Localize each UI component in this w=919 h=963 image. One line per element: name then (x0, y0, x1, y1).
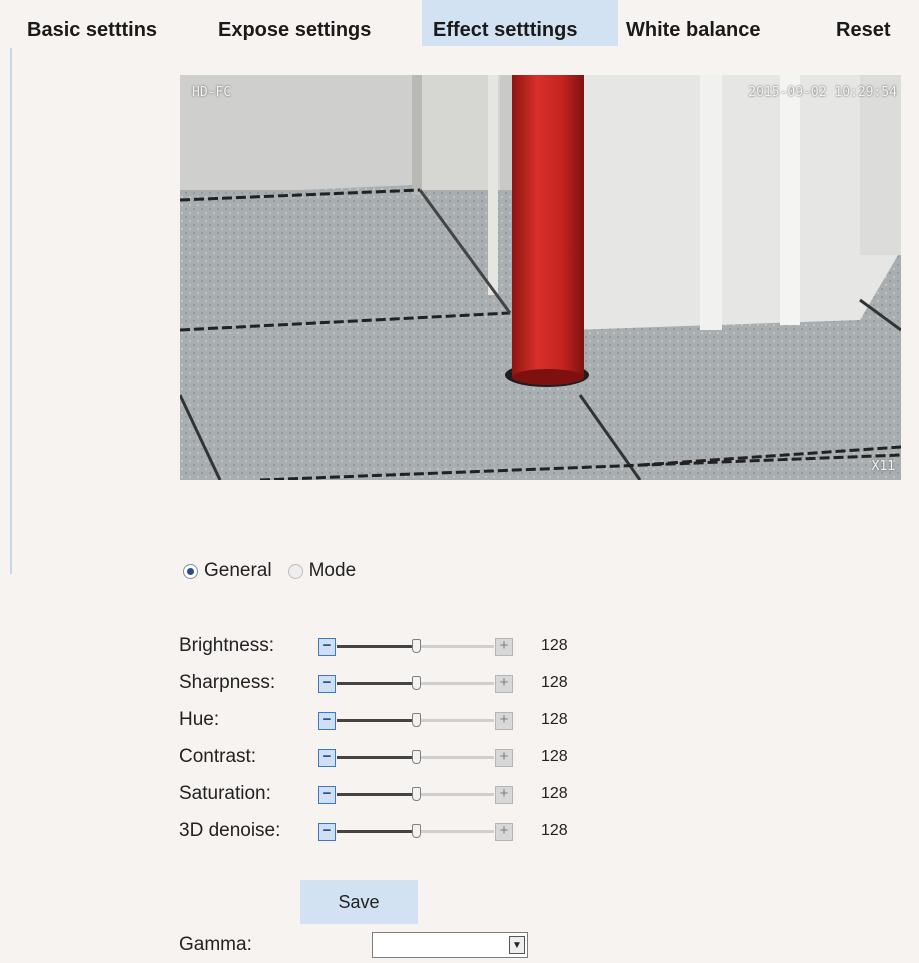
slider-track-3d-denoise[interactable] (337, 824, 494, 838)
slider-thumb[interactable] (412, 824, 421, 838)
slider-thumb[interactable] (412, 639, 421, 653)
plus-icon[interactable]: + (495, 675, 513, 693)
slider-label-hue: Hue: (179, 709, 220, 730)
slider-track-hue[interactable] (337, 713, 494, 727)
osd-datetime: 2015-09-02 10:29:54 (748, 85, 897, 100)
slider-track-contrast[interactable] (337, 750, 494, 764)
tab-expose-settings[interactable]: Expose settings (218, 0, 371, 46)
slider-value-contrast: 128 (541, 748, 568, 765)
minus-icon[interactable]: − (318, 712, 336, 730)
slider-row-saturation: Saturation: − +128 (179, 780, 599, 810)
slider-value-saturation: 128 (541, 785, 568, 802)
osd-zoom: X11 (871, 459, 895, 474)
slider-label-3d-denoise: 3D denoise: (179, 820, 281, 841)
slider-fill (337, 645, 416, 648)
plus-icon[interactable]: + (495, 749, 513, 767)
minus-icon[interactable]: − (318, 675, 336, 693)
minus-icon[interactable]: − (318, 638, 336, 656)
slider-value-3d-denoise: 128 (541, 822, 568, 839)
slider-fill (337, 756, 416, 759)
general-radio-label[interactable]: General (204, 560, 272, 582)
gamma-select[interactable]: ▼ (372, 932, 528, 958)
slider-row-contrast: Contrast: − +128 (179, 743, 599, 773)
slider-value-sharpness: 128 (541, 674, 568, 691)
slider-row-brightness: Brightness: − +128 (179, 632, 599, 662)
general-radio[interactable] (183, 563, 198, 579)
minus-icon[interactable]: − (318, 786, 336, 804)
save-button[interactable]: Save (300, 880, 418, 924)
minus-icon[interactable]: − (318, 823, 336, 841)
slider-thumb[interactable] (412, 787, 421, 801)
slider-row-3d-denoise: 3D denoise: − +128 (179, 817, 599, 847)
slider-label-brightness: Brightness: (179, 635, 275, 656)
slider-fill (337, 682, 416, 685)
slider-track-sharpness[interactable] (337, 676, 494, 690)
slider-track-saturation[interactable] (337, 787, 494, 801)
slider-value-brightness: 128 (541, 637, 568, 654)
mode-radio-group: General Mode (183, 556, 372, 586)
slider-label-contrast: Contrast: (179, 746, 257, 767)
slider-row-sharpness: Sharpness: − +128 (179, 669, 599, 699)
tab-effect-settings[interactable]: Effect setttings (422, 0, 618, 46)
slider-label-saturation: Saturation: (179, 783, 271, 804)
slider-row-hue: Hue: − +128 (179, 706, 599, 736)
slider-thumb[interactable] (412, 676, 421, 690)
video-frame (180, 75, 901, 480)
slider-value-hue: 128 (541, 711, 568, 728)
mode-radio[interactable] (287, 563, 303, 579)
left-border (10, 44, 12, 574)
slider-thumb[interactable] (412, 750, 421, 764)
tab-reset[interactable]: Reset (836, 0, 890, 46)
slider-thumb[interactable] (412, 713, 421, 727)
slider-fill (337, 793, 416, 796)
plus-icon[interactable]: + (495, 712, 513, 730)
slider-fill (337, 830, 416, 833)
slider-fill (337, 719, 416, 722)
tab-basic-settings[interactable]: Basic setttins (27, 0, 157, 46)
slider-track-brightness[interactable] (337, 639, 494, 653)
plus-icon[interactable]: + (495, 823, 513, 841)
plus-icon[interactable]: + (495, 786, 513, 804)
minus-icon[interactable]: − (318, 749, 336, 767)
video-preview[interactable]: HD-FC 2015-09-02 10:29:54 X11 (180, 75, 901, 480)
slider-label-sharpness: Sharpness: (179, 672, 276, 693)
settings-tab-bar: Basic setttins Expose settings Effect se… (0, 0, 919, 48)
plus-icon[interactable]: + (495, 638, 513, 656)
tab-white-balance[interactable]: White balance (626, 0, 760, 46)
mode-radio-label[interactable]: Mode (309, 560, 357, 582)
osd-camera-name: HD-FC (192, 85, 232, 100)
gamma-label: Gamma: (179, 934, 252, 955)
chevron-down-icon[interactable]: ▼ (509, 936, 525, 954)
